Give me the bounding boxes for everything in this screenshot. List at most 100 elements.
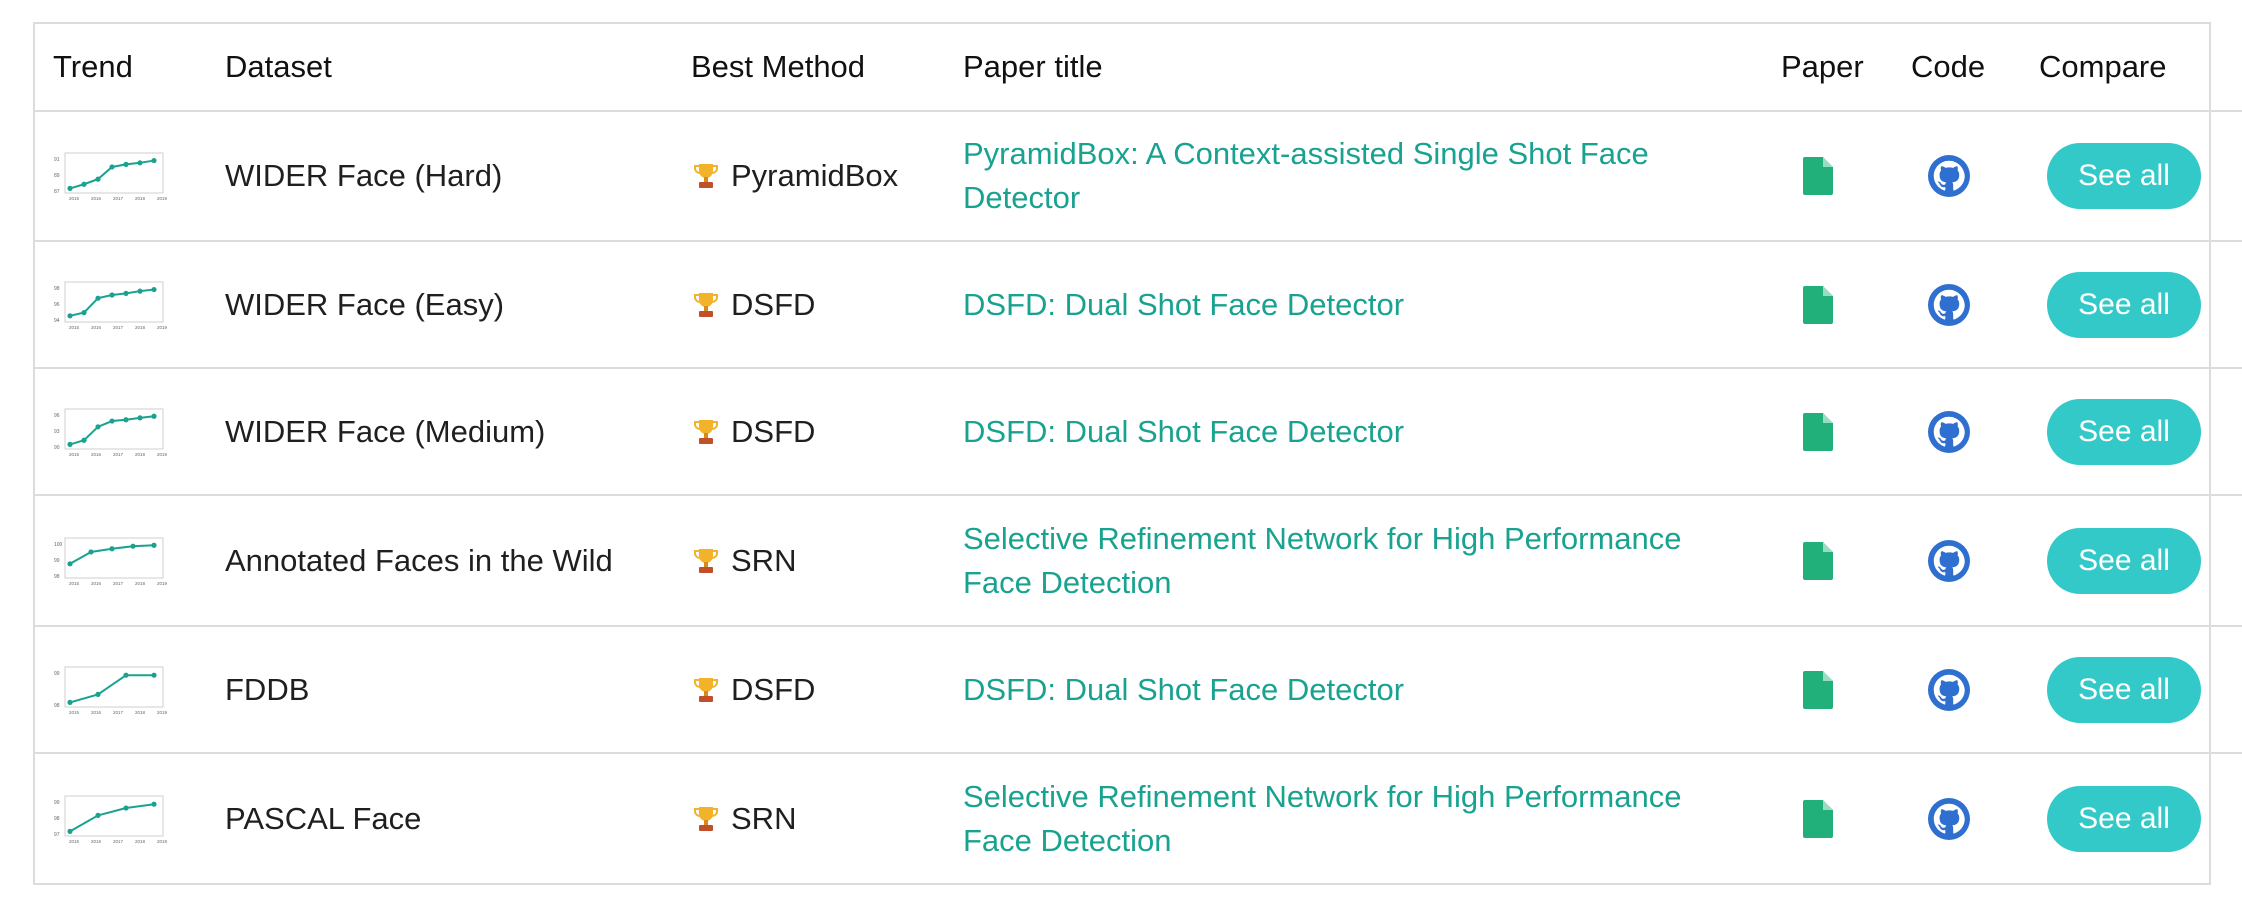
paper-title-link[interactable]: Selective Refinement Network for High Pe… <box>963 517 1781 605</box>
compare-cell: See all <box>2039 626 2242 754</box>
trend-x-tick: 2017 <box>113 325 124 330</box>
dataset-name[interactable]: Annotated Faces in the Wild <box>219 495 685 627</box>
trend-point <box>67 441 73 447</box>
best-method[interactable]: SRN <box>685 543 963 579</box>
trend-x-tick: 2015 <box>69 325 80 330</box>
trend-point <box>151 286 157 292</box>
dataset-name[interactable]: PASCAL Face <box>219 753 685 883</box>
paper-link[interactable] <box>1781 241 1911 369</box>
paper-file-icon <box>1803 285 1833 324</box>
trend-y-tick: 90 <box>54 445 60 451</box>
trend-x-tick: 2019 <box>157 581 167 586</box>
trend-cell[interactable]: 98 96 94 2015 2016 2017 2018 2019 <box>35 241 219 369</box>
trend-point <box>109 545 115 551</box>
trend-cell[interactable]: 91 89 87 2015 2016 2017 2018 2019 <box>35 111 219 242</box>
trend-y-tick: 98 <box>54 816 60 822</box>
trend-cell[interactable]: 99 98 97 2015 2016 2017 2018 2019 <box>35 753 219 883</box>
paper-title-cell: Selective Refinement Network for High Pe… <box>963 495 1781 627</box>
best-method-cell: PyramidBox <box>685 111 963 242</box>
see-all-button[interactable]: See all <box>2047 398 2201 465</box>
best-method-label: PyramidBox <box>731 158 899 193</box>
trend-point <box>95 295 101 301</box>
table-row: 98 96 94 2015 2016 2017 2018 2019 WIDER Face (Ea… <box>35 241 2242 369</box>
trend-point <box>67 312 73 318</box>
see-all-button[interactable]: See all <box>2047 271 2201 338</box>
paper-link[interactable] <box>1781 111 1911 242</box>
see-all-button[interactable]: See all <box>2047 656 2201 723</box>
paper-file-icon <box>1803 412 1833 451</box>
trend-cell[interactable]: 100 99 98 2015 2016 2017 2018 2019 <box>35 495 219 627</box>
paper-title-cell: DSFD: Dual Shot Face Detector <box>963 368 1781 496</box>
header-row: Trend Dataset Best Method Paper title Pa… <box>35 24 2242 112</box>
code-link[interactable] <box>1911 111 2039 242</box>
trend-point <box>151 672 157 678</box>
trend-sparkline: 100 99 98 2015 2016 2017 2018 2019 <box>54 537 167 586</box>
paper-file-icon <box>1803 541 1833 580</box>
best-method-label: DSFD <box>731 286 816 322</box>
see-all-button[interactable]: See all <box>2047 527 2201 594</box>
code-link[interactable] <box>1911 368 2039 496</box>
best-method-label: SRN <box>731 542 797 578</box>
trend-point <box>151 542 157 548</box>
trend-x-tick: 2016 <box>91 452 102 457</box>
best-method[interactable]: DSFD <box>685 287 963 323</box>
dataset-name[interactable]: FDDB <box>219 626 685 754</box>
trend-point <box>123 416 129 422</box>
code-link[interactable] <box>1911 495 2039 627</box>
table-row: 91 89 87 2015 2016 2017 2018 2019 WIDER Face (Ha… <box>35 111 2242 242</box>
paper-link[interactable] <box>1781 495 1911 627</box>
trend-frame <box>64 666 164 707</box>
trophy-icon <box>694 164 718 188</box>
trend-cell[interactable]: 99 98 2015 2016 2017 2018 2019 <box>35 626 219 754</box>
trophy-icon <box>694 806 718 831</box>
trend-x-tick: 2016 <box>91 581 102 586</box>
see-all-button[interactable]: See all <box>2047 785 2201 852</box>
dataset-name[interactable]: WIDER Face (Medium) <box>219 368 685 496</box>
trend-sparkline: 91 89 87 2015 2016 2017 2018 2019 <box>54 152 167 201</box>
paper-link[interactable] <box>1781 368 1911 496</box>
trend-y-tick: 87 <box>54 189 60 195</box>
trend-point <box>123 161 129 167</box>
trend-x-tick: 2017 <box>113 452 124 457</box>
trend-point <box>151 157 157 164</box>
code-link[interactable] <box>1911 753 2039 883</box>
trend-x-tick: 2016 <box>91 839 102 844</box>
trend-y-tick: 97 <box>54 832 60 838</box>
code-link[interactable] <box>1911 241 2039 369</box>
trend-y-tick: 99 <box>54 558 60 564</box>
paper-title-link[interactable]: DSFD: Dual Shot Face Detector <box>963 283 1781 327</box>
best-method[interactable]: DSFD <box>685 414 963 450</box>
dataset-name[interactable]: WIDER Face (Hard) <box>219 111 685 242</box>
trend-frame <box>64 795 164 836</box>
paper-link[interactable] <box>1781 626 1911 754</box>
trend-point <box>109 164 115 170</box>
best-method-label: DSFD <box>731 671 816 707</box>
trend-x-tick: 2016 <box>91 710 102 715</box>
paper-link[interactable] <box>1781 753 1911 883</box>
trend-x-tick: 2019 <box>157 325 167 330</box>
compare-cell: See all <box>2039 753 2242 883</box>
paper-title-link[interactable]: DSFD: Dual Shot Face Detector <box>963 668 1781 712</box>
trend-point <box>81 181 87 187</box>
paper-title-link[interactable]: PyramidBox: A Context-assisted Single Sh… <box>963 132 1781 220</box>
best-method[interactable]: DSFD <box>685 672 963 708</box>
code-link[interactable] <box>1911 626 2039 754</box>
trophy-icon <box>694 419 718 444</box>
dataset-name[interactable]: WIDER Face (Easy) <box>219 241 685 369</box>
trend-sparkline: 96 93 90 2015 2016 2017 2018 2019 <box>54 408 167 457</box>
trend-line <box>69 673 154 703</box>
see-all-button[interactable]: See all <box>2047 143 2201 209</box>
best-method[interactable]: SRN <box>685 801 963 837</box>
paper-title-link[interactable]: DSFD: Dual Shot Face Detector <box>963 410 1781 454</box>
table-row: 99 98 97 2015 2016 2017 2018 2019 PASCAL Face SRN… <box>35 753 2242 883</box>
leaderboard-table-container: Trend Dataset Best Method Paper title Pa… <box>33 22 2242 885</box>
trend-y-tick: 99 <box>54 671 60 677</box>
paper-title-link[interactable]: Selective Refinement Network for High Pe… <box>963 775 1781 863</box>
trend-x-tick: 2015 <box>69 452 80 457</box>
compare-cell: See all <box>2039 111 2242 242</box>
best-method[interactable]: PyramidBox <box>685 158 963 194</box>
trend-x-tick: 2018 <box>135 325 146 330</box>
trend-cell[interactable]: 96 93 90 2015 2016 2017 2018 2019 <box>35 368 219 496</box>
trend-line <box>69 802 155 832</box>
github-icon <box>1928 797 1970 840</box>
